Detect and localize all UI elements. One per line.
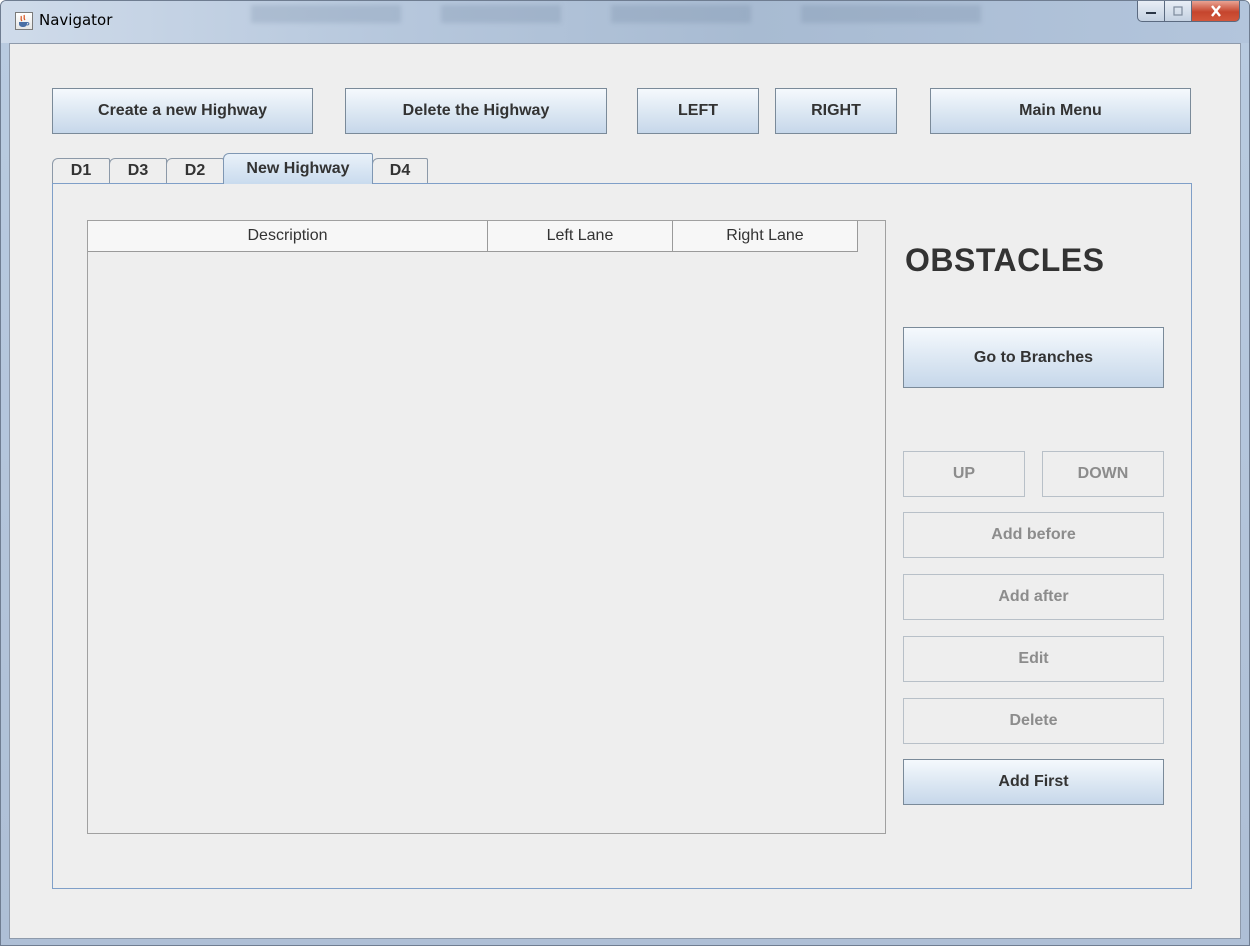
- tab-d2[interactable]: D2: [166, 158, 224, 183]
- create-highway-button[interactable]: Create a new Highway: [52, 88, 313, 134]
- minimize-icon: [1146, 12, 1156, 14]
- background-blur: [251, 5, 401, 23]
- background-blur: [801, 5, 981, 23]
- close-icon: [1210, 5, 1221, 17]
- obstacles-heading: OBSTACLES: [905, 242, 1105, 278]
- column-header-description[interactable]: Description: [88, 221, 488, 252]
- tab-d1[interactable]: D1: [52, 158, 110, 183]
- tab-d4[interactable]: D4: [372, 158, 428, 183]
- tab-new-highway[interactable]: New Highway: [223, 153, 373, 184]
- tab-d3[interactable]: D3: [109, 158, 167, 183]
- edit-button[interactable]: Edit: [903, 636, 1164, 682]
- main-menu-button[interactable]: Main Menu: [930, 88, 1191, 134]
- minimize-button[interactable]: [1137, 1, 1165, 22]
- maximize-button[interactable]: [1165, 1, 1192, 22]
- window-controls: [1137, 1, 1240, 22]
- maximize-icon: [1173, 6, 1183, 16]
- obstacles-table[interactable]: Description Left Lane Right Lane: [87, 220, 886, 834]
- delete-obstacle-button[interactable]: Delete: [903, 698, 1164, 744]
- go-to-branches-button[interactable]: Go to Branches: [903, 327, 1164, 388]
- tab-panel: Description Left Lane Right Lane OBSTACL…: [52, 183, 1192, 889]
- down-button[interactable]: DOWN: [1042, 451, 1164, 497]
- delete-highway-button[interactable]: Delete the Highway: [345, 88, 607, 134]
- title-bar[interactable]: Navigator: [1, 1, 1249, 43]
- background-blur: [611, 5, 751, 23]
- java-cup-icon[interactable]: [15, 12, 33, 30]
- table-header: Description Left Lane Right Lane: [88, 221, 858, 252]
- right-button[interactable]: RIGHT: [775, 88, 897, 134]
- column-header-left-lane[interactable]: Left Lane: [488, 221, 673, 252]
- background-blur: [441, 5, 561, 23]
- close-button[interactable]: [1192, 1, 1240, 22]
- add-first-button[interactable]: Add First: [903, 759, 1164, 805]
- left-button[interactable]: LEFT: [637, 88, 759, 134]
- navigator-window: Navigator Create a new Highway Delete th…: [0, 0, 1250, 946]
- add-after-button[interactable]: Add after: [903, 574, 1164, 620]
- column-header-right-lane[interactable]: Right Lane: [673, 221, 858, 252]
- up-button[interactable]: UP: [903, 451, 1025, 497]
- add-before-button[interactable]: Add before: [903, 512, 1164, 558]
- window-title: Navigator: [39, 11, 113, 29]
- client-area: Create a new Highway Delete the Highway …: [9, 43, 1241, 939]
